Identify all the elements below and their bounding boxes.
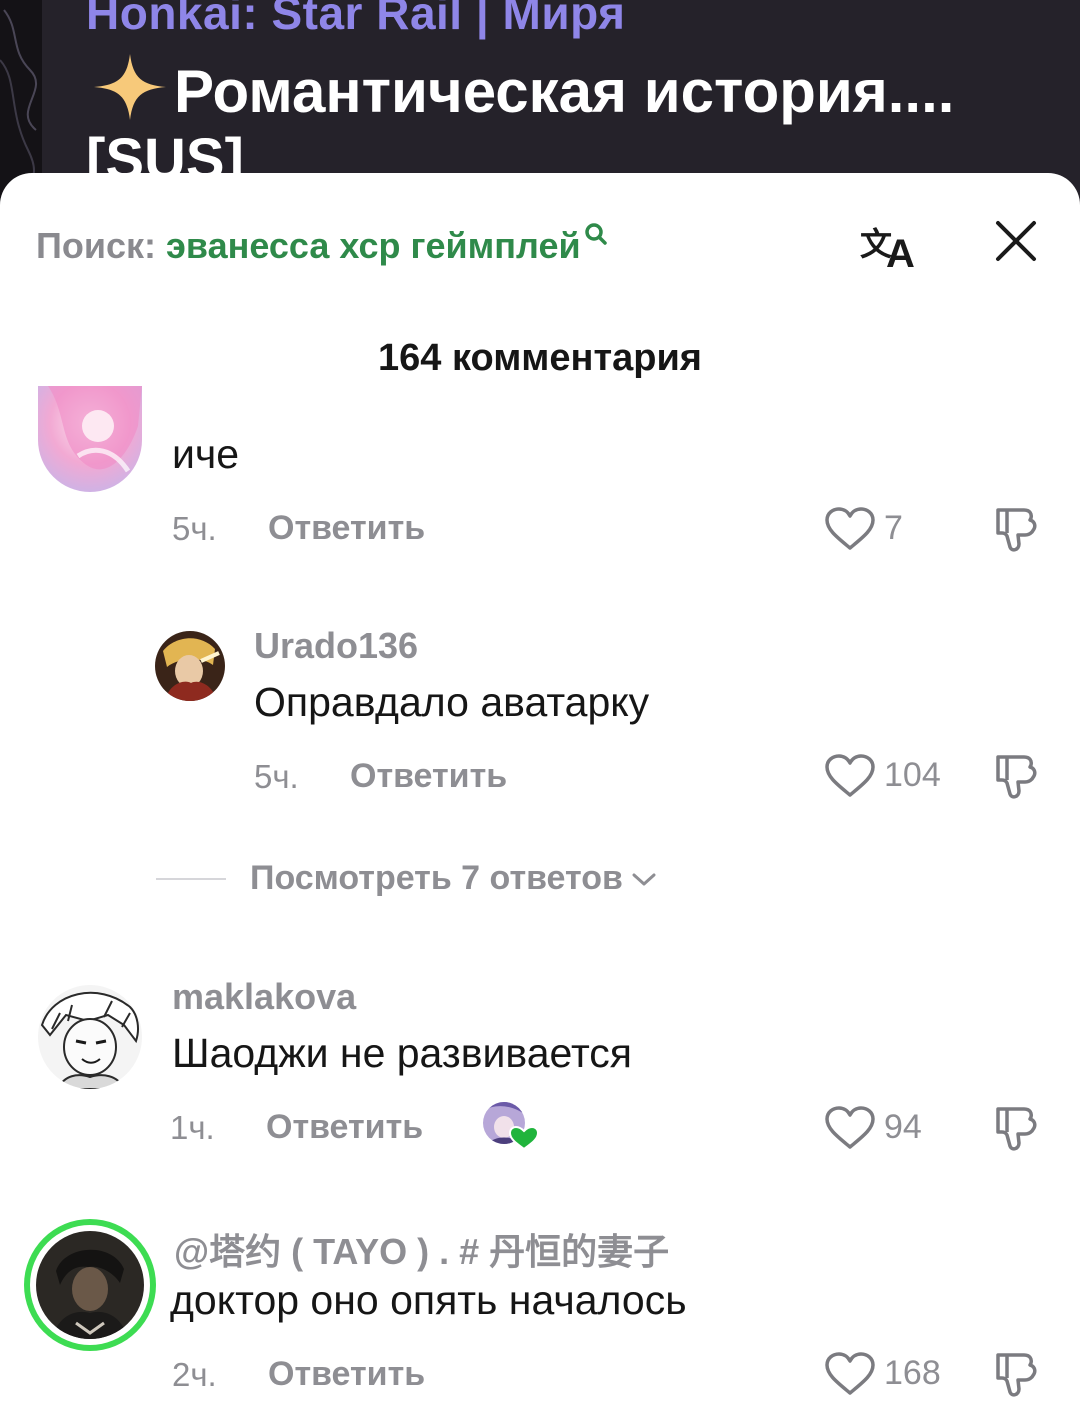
avatar[interactable]: [155, 631, 225, 701]
dislike-icon[interactable]: [992, 504, 1042, 554]
like-count: 7: [884, 509, 903, 547]
video-header: Honkai: Star Rail | Миря Романтическая и…: [0, 0, 1080, 200]
svg-text:A: A: [886, 232, 915, 269]
search-prefix: Поиск:: [36, 225, 167, 266]
replies-divider: [156, 878, 226, 880]
like-count: 168: [884, 1354, 941, 1392]
like-count: 94: [884, 1108, 922, 1146]
comment-username[interactable]: maklakova: [172, 976, 356, 1018]
dislike-icon[interactable]: [992, 751, 1042, 801]
comment-time: 2ч.: [172, 1356, 217, 1393]
comment-count: 164 комментария: [378, 337, 702, 379]
comment-text: Шаоджи не развивается: [172, 1030, 632, 1076]
dislike-icon[interactable]: [992, 1349, 1042, 1399]
translate-icon[interactable]: 文 A: [858, 221, 918, 269]
heart-icon[interactable]: [824, 1351, 876, 1397]
reply-button[interactable]: Ответить: [268, 1355, 425, 1394]
search-suggestion[interactable]: Поиск: эванесса хср геймплей: [36, 223, 609, 269]
chevron-down-icon: [632, 873, 656, 886]
dislike-icon[interactable]: [992, 1103, 1042, 1153]
avatar[interactable]: [38, 985, 142, 1089]
creator-liked-icon: [483, 1102, 538, 1151]
search-icon[interactable]: [583, 221, 609, 247]
avatar[interactable]: [38, 386, 142, 492]
sparkle-icon: [94, 54, 166, 120]
like-count: 104: [884, 756, 941, 794]
heart-icon[interactable]: [824, 1105, 876, 1151]
heart-icon[interactable]: [824, 506, 876, 552]
comment-username[interactable]: Urado136: [254, 625, 418, 667]
comment-time: 1ч.: [170, 1109, 215, 1146]
heart-icon[interactable]: [824, 753, 876, 799]
comments-sheet: Поиск: эванесса хср геймплей 文 A 164 ком…: [0, 173, 1080, 1413]
reply-button[interactable]: Ответить: [266, 1108, 423, 1147]
comment-time: 5ч.: [254, 758, 299, 795]
view-replies-button[interactable]: Посмотреть 7 ответов: [250, 859, 657, 898]
close-icon[interactable]: [994, 219, 1038, 263]
video-channel-name: Honkai: Star Rail | Миря: [86, 0, 626, 39]
video-title-text: Романтическая история....: [174, 58, 955, 125]
comment-username[interactable]: @塔约 ( TAYO ) . # 丹恒的妻子: [174, 1223, 669, 1275]
avatar-story-ring[interactable]: [24, 1219, 156, 1351]
reply-button[interactable]: Ответить: [350, 757, 507, 796]
search-query[interactable]: эванесса хср геймплей: [166, 225, 581, 266]
comment-text: доктор оно опять началось: [170, 1277, 687, 1323]
video-title: Романтическая история....: [92, 52, 1012, 128]
comment-time: 5ч.: [172, 510, 217, 547]
comment-text: Оправдало аватарку: [254, 679, 650, 725]
reply-button[interactable]: Ответить: [268, 509, 425, 548]
view-replies-label: Посмотреть 7 ответов: [250, 859, 623, 897]
video-decoration: [0, 0, 42, 200]
comment-text: иче: [172, 431, 240, 477]
